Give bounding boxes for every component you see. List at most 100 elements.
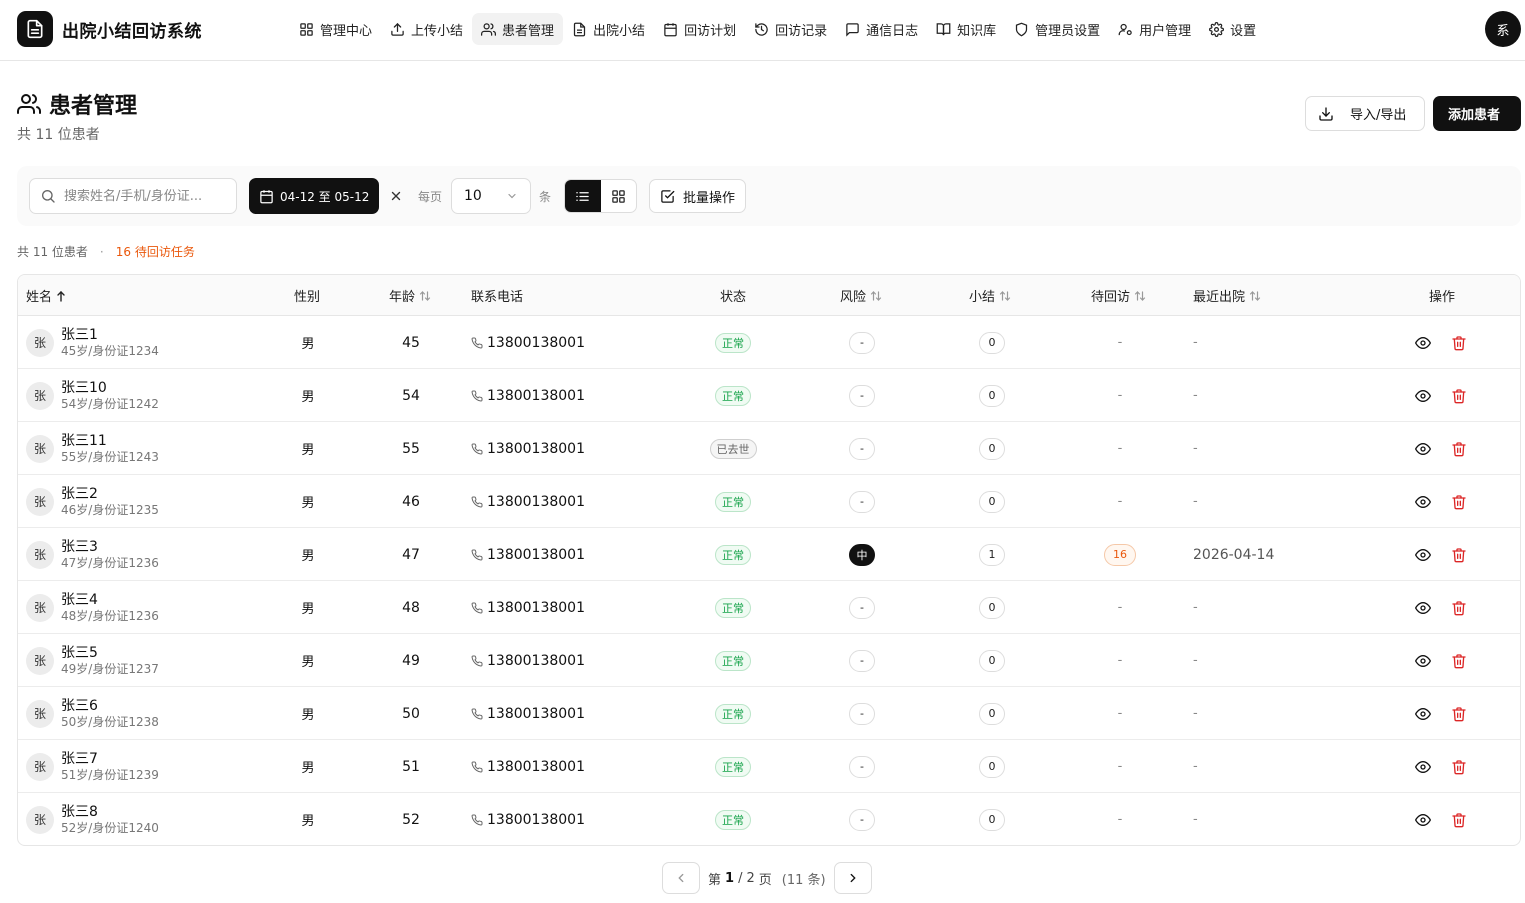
table-row[interactable]: 张张三11 55岁/身份证1243 男 55 13800138001 已去世 - 0 - - — [18, 422, 1520, 475]
risk-badge: - — [849, 490, 875, 513]
table-row[interactable]: 张张三10 54岁/身份证1242 男 54 13800138001 正常 - 0 - - — [18, 369, 1520, 422]
table-row[interactable]: 张张三6 50岁/身份证1238 男 50 13800138001 正常 - 0 - - — [18, 687, 1520, 740]
table-row[interactable]: 张张三1 45岁/身份证1234 男 45 13800138001 正常 - 0 - - — [18, 316, 1520, 369]
summary-count-badge: 0 — [979, 384, 1005, 407]
delete-button[interactable] — [1446, 701, 1472, 727]
column-header-risk[interactable]: 风险 — [840, 275, 882, 316]
patient-name[interactable]: 张三3 — [61, 538, 159, 556]
view-button[interactable] — [1410, 807, 1436, 833]
nav-item-admin-settings[interactable]: 管理员设置 — [1005, 13, 1109, 45]
nav-item-knowledge-base[interactable]: 知识库 — [927, 13, 1005, 45]
users-icon — [481, 22, 497, 37]
history-icon — [754, 22, 769, 37]
age: 54 — [402, 387, 420, 404]
date-range-button[interactable]: 04-12 至 05-12 — [249, 178, 380, 214]
view-button[interactable] — [1410, 330, 1436, 356]
delete-button[interactable] — [1446, 436, 1472, 462]
risk-badge: - — [849, 437, 875, 460]
batch-actions-button[interactable]: 批量操作 — [649, 179, 747, 213]
table-row[interactable]: 张张三2 46岁/身份证1235 男 46 13800138001 正常 - 0 - - — [18, 475, 1520, 528]
grid-view-button[interactable] — [601, 180, 637, 212]
patient-name[interactable]: 张三2 — [61, 485, 159, 503]
date-range-label: 04-12 至 05-12 — [280, 189, 370, 204]
table-row[interactable]: 张张三5 49岁/身份证1237 男 49 13800138001 正常 - 0 - - — [18, 634, 1520, 687]
column-header-summaries[interactable]: 小结 — [969, 275, 1011, 316]
nav-item-followup-plan[interactable]: 回访计划 — [654, 13, 745, 45]
view-button[interactable] — [1410, 542, 1436, 568]
gender: 男 — [301, 814, 315, 829]
table-row[interactable]: 张张三4 48岁/身份证1236 男 48 13800138001 正常 - 0 - - — [18, 581, 1520, 634]
column-header-pending[interactable]: 待回访 — [1091, 275, 1146, 316]
pending-count-badge: 16 — [1104, 543, 1136, 566]
phone-icon — [471, 813, 483, 826]
delete-button[interactable] — [1446, 807, 1472, 833]
page-prefix: 第 — [708, 872, 722, 888]
chevron-left-icon — [674, 871, 688, 885]
search-input[interactable] — [64, 188, 224, 204]
avatar: 张 — [26, 593, 54, 622]
search-box[interactable] — [29, 178, 237, 214]
delete-button[interactable] — [1446, 542, 1472, 568]
import-export-button[interactable]: 导入/导出 — [1305, 96, 1425, 131]
table-row[interactable]: 张张三8 52岁/身份证1240 男 52 13800138001 正常 - 0 - - — [18, 793, 1520, 845]
nav-item-comm-log[interactable]: 通信日志 — [836, 13, 927, 45]
nav-item-discharge-summary[interactable]: 出院小结 — [563, 13, 654, 45]
per-page-select[interactable]: 10 — [451, 178, 531, 214]
summary-count-badge: 0 — [979, 649, 1005, 672]
phone-icon — [471, 707, 483, 720]
nav-item-patients[interactable]: 患者管理 — [472, 13, 564, 45]
table-row[interactable]: 张张三7 51岁/身份证1239 男 51 13800138001 正常 - 0 - - — [18, 740, 1520, 793]
grid-icon — [611, 189, 626, 204]
view-button[interactable] — [1410, 701, 1436, 727]
checkbox-icon — [660, 189, 675, 204]
delete-button[interactable] — [1446, 595, 1472, 621]
nav-item-upload[interactable]: 上传小结 — [381, 13, 472, 45]
view-button[interactable] — [1410, 436, 1436, 462]
table-row[interactable]: 张张三3 47岁/身份证1236 男 47 13800138001 正常 中 1 16 2026-… — [18, 528, 1520, 581]
clear-date-button[interactable] — [384, 184, 408, 208]
brand[interactable]: 出院小结回访系统 — [17, 11, 202, 47]
patient-name[interactable]: 张三10 — [61, 379, 159, 397]
patient-name[interactable]: 张三5 — [61, 644, 159, 662]
patient-name[interactable]: 张三6 — [61, 697, 159, 715]
patient-meta: 50岁/身份证1238 — [61, 715, 159, 729]
risk-badge: - — [849, 331, 875, 354]
view-button[interactable] — [1410, 595, 1436, 621]
nav-item-followup-records[interactable]: 回访记录 — [745, 13, 836, 45]
user-avatar[interactable]: 系 — [1485, 11, 1521, 47]
patient-name[interactable]: 张三11 — [61, 432, 159, 450]
patient-name[interactable]: 张三8 — [61, 803, 159, 821]
list-view-button[interactable] — [565, 180, 601, 212]
delete-button[interactable] — [1446, 330, 1472, 356]
patient-name[interactable]: 张三7 — [61, 750, 159, 768]
phone-icon — [471, 336, 483, 349]
patient-name-cell: 张张三11 55岁/身份证1243 — [26, 422, 159, 475]
delete-button[interactable] — [1446, 754, 1472, 780]
nav-item-user-management[interactable]: 用户管理 — [1109, 13, 1200, 45]
nav-item-dashboard[interactable]: 管理中心 — [290, 13, 381, 45]
shield-icon — [1014, 22, 1029, 37]
patients-table: 姓名 性别 年龄 联系电话 状态 风险 小结 待回访 最近出院 操作 张张三1 4… — [17, 274, 1521, 846]
age: 46 — [402, 493, 420, 510]
add-patient-button[interactable]: 添加患者 — [1433, 96, 1521, 131]
next-page-button[interactable] — [833, 862, 872, 894]
view-button[interactable] — [1410, 489, 1436, 515]
column-header-discharge[interactable]: 最近出院 — [1193, 275, 1261, 316]
column-header-name[interactable]: 姓名 — [26, 275, 66, 316]
avatar: 张 — [26, 381, 54, 410]
delete-button[interactable] — [1446, 489, 1472, 515]
eye-icon — [1415, 388, 1431, 404]
view-button[interactable] — [1410, 754, 1436, 780]
prev-page-button[interactable] — [662, 862, 700, 894]
view-button[interactable] — [1410, 648, 1436, 674]
per-page-unit: 条 — [539, 190, 552, 204]
phone-number: 13800138001 — [487, 599, 585, 616]
delete-button[interactable] — [1446, 383, 1472, 409]
column-header-age[interactable]: 年龄 — [389, 275, 431, 316]
nav-item-settings[interactable]: 设置 — [1200, 13, 1265, 45]
delete-button[interactable] — [1446, 648, 1472, 674]
patient-name[interactable]: 张三1 — [61, 326, 159, 344]
patient-name[interactable]: 张三4 — [61, 591, 159, 609]
eye-icon — [1415, 494, 1431, 510]
view-button[interactable] — [1410, 383, 1436, 409]
